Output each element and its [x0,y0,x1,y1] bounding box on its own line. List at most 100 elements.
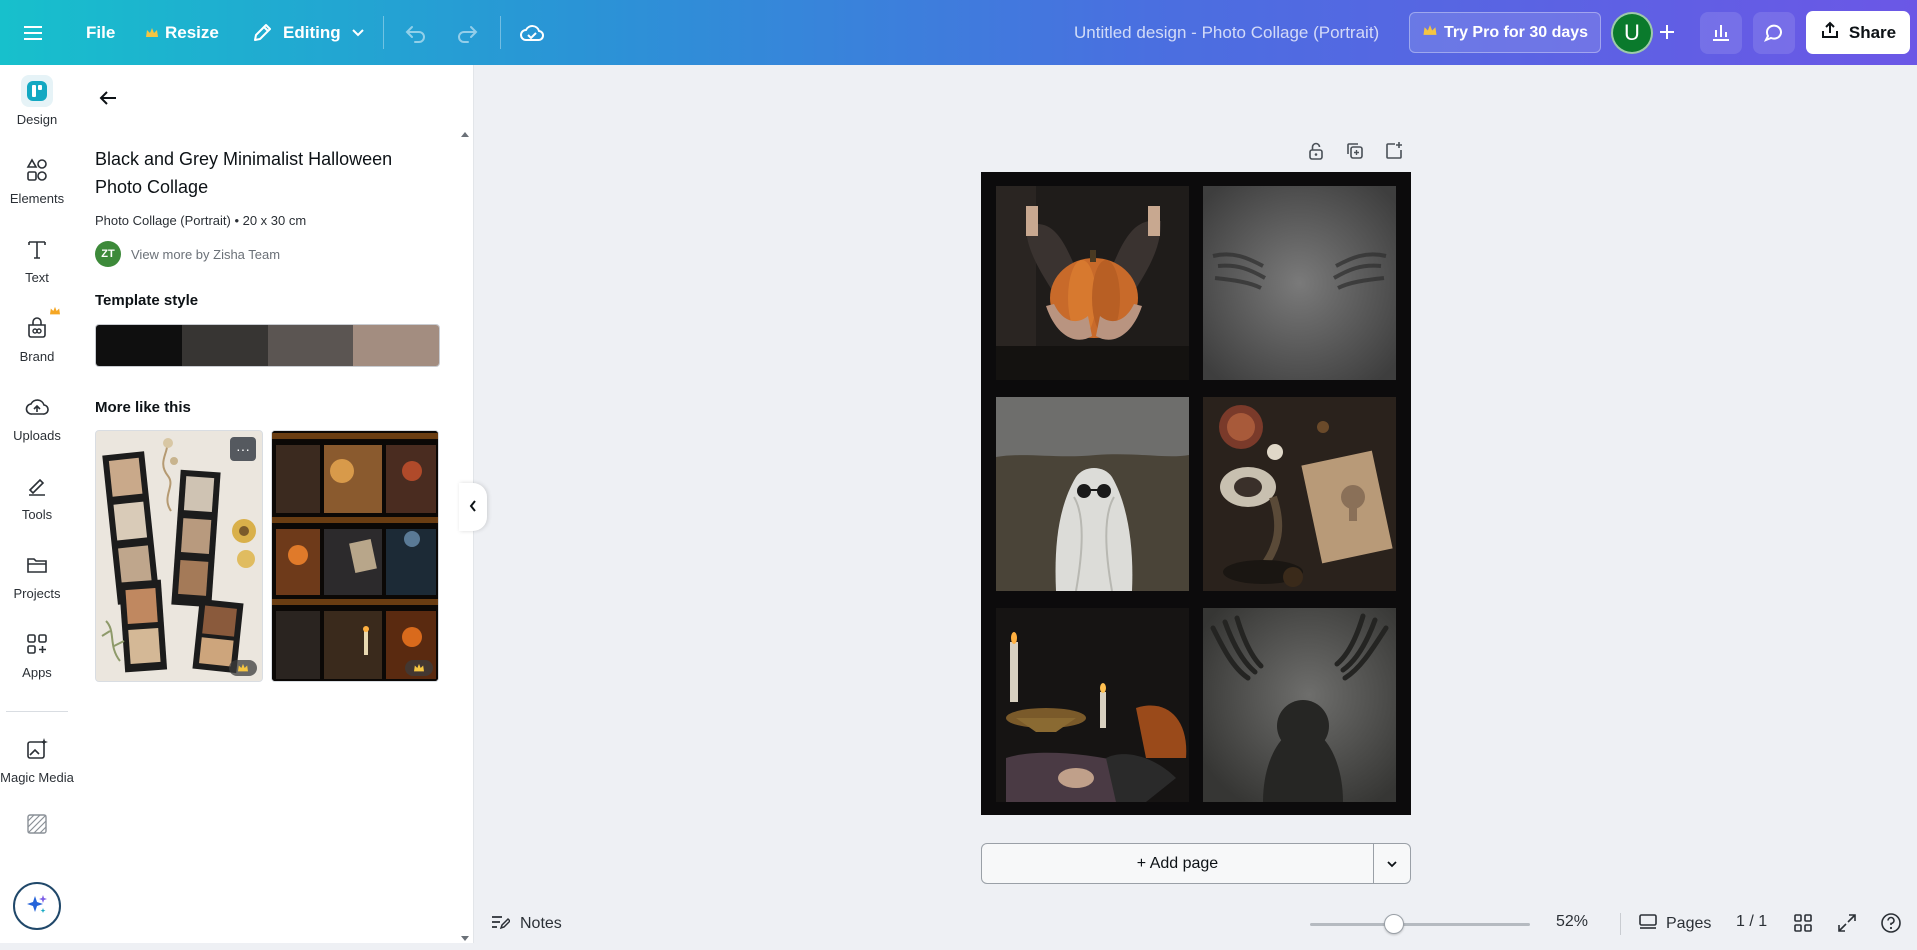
plus-icon [1658,23,1676,44]
editing-mode-dropdown[interactable]: Editing [251,0,365,65]
rail-item-background[interactable] [0,801,74,841]
magic-assistant-button[interactable] [13,882,61,930]
pages-button[interactable]: Pages [1638,911,1711,937]
template-thumbnail[interactable] [271,430,439,682]
folder-icon [21,549,53,581]
help-icon [1880,912,1902,937]
grid-view-button[interactable] [1790,911,1816,937]
uploads-icon [21,391,53,423]
save-status-button[interactable] [519,0,545,65]
fullscreen-button[interactable] [1834,911,1860,937]
notes-button[interactable]: Notes [490,912,562,936]
rail-item-label: Design [16,112,58,127]
design-page[interactable] [981,172,1411,815]
top-bar: File Resize Editing Untitled design - Ph… [0,0,1917,65]
collapse-panel-button[interactable] [459,483,487,531]
more-like-this-heading: More like this [95,399,191,416]
shadow-hands-photo-image [1203,186,1396,380]
comments-button[interactable] [1753,12,1795,54]
template-preview-image [272,431,438,681]
rail-item-label: Projects [13,586,61,601]
pages-icon [1638,913,1658,936]
brand-icon [21,306,60,344]
rail-item-uploads[interactable]: Uploads [0,381,74,455]
palette-swatch[interactable] [96,325,182,366]
resize-button[interactable]: Resize [145,0,219,65]
crown-icon [238,663,248,672]
palette-swatch[interactable] [353,325,439,366]
chevron-down-icon [351,28,365,38]
page-counter: 1 / 1 [1736,913,1768,930]
template-color-palette[interactable] [95,324,440,367]
rail-item-label: Magic Media [0,770,74,785]
comment-icon [1763,21,1785,46]
notes-icon [490,913,512,936]
add-page-options-button[interactable] [1374,843,1411,884]
left-rail: Design Elements Text Brand Uploads Tools [0,65,74,943]
user-avatar[interactable]: U [1611,12,1653,54]
magic-media-icon [21,733,53,765]
pro-badge [229,660,257,676]
rail-item-projects[interactable]: Projects [0,539,74,613]
redo-button[interactable] [455,0,479,65]
photo-shadow-claws[interactable] [1203,608,1396,802]
creator-link[interactable]: ZT View more by Zisha Team [95,241,280,267]
help-button[interactable] [1878,911,1904,937]
menu-button[interactable] [22,0,44,65]
photo-candles[interactable] [996,608,1189,802]
rail-item-elements[interactable]: Elements [0,144,74,218]
zoom-slider-track[interactable] [1310,923,1530,926]
zoom-level[interactable]: 52% [1556,913,1588,931]
notes-label: Notes [520,915,562,932]
template-thumbnail[interactable]: ··· [95,430,263,682]
rail-item-label: Uploads [13,428,61,443]
rail-item-brand[interactable]: Brand [0,302,74,376]
undo-button[interactable] [404,0,428,65]
editing-label: Editing [283,22,341,42]
resize-label: Resize [165,22,219,42]
rail-item-label: Tools [21,507,53,522]
rail-item-label: Apps [22,665,52,680]
background-pattern-icon [21,811,53,836]
duplicate-page-button[interactable] [1341,138,1369,166]
crown-icon [1422,24,1438,42]
insights-button[interactable] [1700,12,1742,54]
more-options-button[interactable]: ··· [230,437,256,461]
ghost-photo-image [996,397,1189,591]
try-pro-button[interactable]: Try Pro for 30 days [1409,12,1601,53]
scroll-down-arrow[interactable] [459,932,471,944]
share-label: Share [1848,22,1897,42]
palette-swatch[interactable] [267,325,354,366]
lock-page-button[interactable] [1302,138,1330,166]
add-collaborator-button[interactable] [1648,12,1686,54]
scroll-up-arrow[interactable] [459,127,471,139]
rail-item-magic-media[interactable]: Magic Media [0,723,74,793]
text-icon [21,233,53,265]
share-button[interactable]: Share [1806,11,1910,54]
zoom-slider-handle[interactable] [1383,914,1404,934]
rail-item-design[interactable]: Design [0,65,74,139]
rail-item-label: Elements [9,191,65,206]
photo-pumpkin[interactable] [996,186,1189,380]
photo-shadow-hands[interactable] [1203,186,1396,380]
add-page-button[interactable]: + Add page [981,843,1374,884]
rail-item-apps[interactable]: Apps [0,618,74,692]
rail-item-tools[interactable]: Tools [0,460,74,534]
photo-ghost[interactable] [996,397,1189,591]
lock-icon [1307,141,1325,164]
arrow-left-icon [98,89,118,110]
add-page-icon-button[interactable] [1380,138,1408,166]
crown-icon [145,27,159,39]
document-title[interactable]: Untitled design - Photo Collage (Portrai… [1074,0,1379,65]
sparkle-icon [25,893,49,920]
file-menu-button[interactable]: File [86,0,115,65]
shadow-claws-photo-image [1203,608,1396,802]
palette-swatch[interactable] [181,325,268,366]
rail-item-label: Text [25,270,49,285]
rail-item-text[interactable]: Text [0,223,74,297]
photo-still-life[interactable] [1203,397,1396,591]
duplicate-icon [1345,141,1365,164]
rail-divider [6,711,68,712]
back-button[interactable] [94,85,122,113]
share-upload-icon [1820,20,1840,45]
